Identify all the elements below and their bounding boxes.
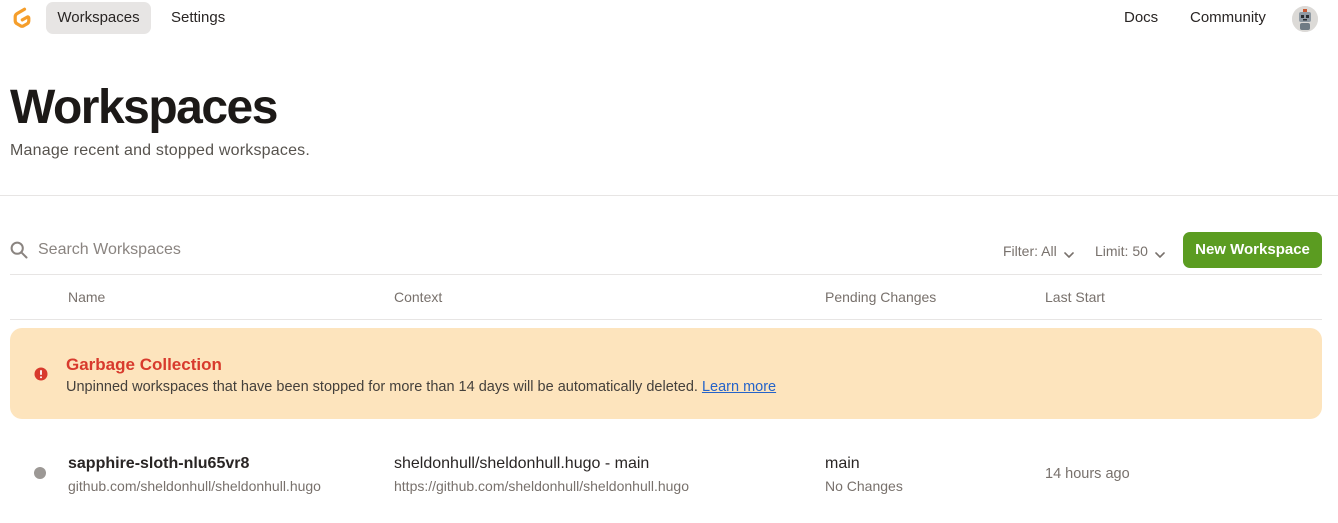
user-avatar[interactable] <box>1292 6 1318 32</box>
gitpod-logo-icon[interactable] <box>10 6 34 30</box>
table-row[interactable]: sapphire-sloth-nlu65vr8 github.com/sheld… <box>10 440 1322 510</box>
nav-tab-settings[interactable]: Settings <box>159 2 237 34</box>
nav-link-community[interactable]: Community <box>1178 2 1278 34</box>
header-divider <box>0 195 1338 196</box>
learn-more-link[interactable]: Learn more <box>702 379 776 395</box>
chevron-down-icon <box>1154 245 1166 258</box>
workspace-name: sapphire-sloth-nlu65vr8 <box>68 455 250 472</box>
limit-label: Limit: 50 <box>1095 243 1148 259</box>
exclamation-circle-icon <box>34 367 48 381</box>
nav-tab-workspaces[interactable]: Workspaces <box>46 2 151 34</box>
alert-message: Unpinned workspaces that have been stopp… <box>66 377 776 397</box>
workspace-pending-changes: No Changes <box>825 478 903 494</box>
workspace-repo: github.com/sheldonhull/sheldonhull.hugo <box>68 478 321 494</box>
nav-link-docs[interactable]: Docs <box>1112 2 1170 34</box>
search-icon <box>10 241 28 259</box>
workspace-context: sheldonhull/sheldonhull.hugo - main <box>394 455 650 472</box>
workspace-branch: main <box>825 455 860 472</box>
filter-dropdown[interactable]: Filter: All <box>1003 240 1075 262</box>
chevron-down-icon <box>1063 245 1075 258</box>
column-header-pending-changes: Pending Changes <box>825 289 937 305</box>
column-header-context: Context <box>394 289 443 305</box>
search-input[interactable] <box>38 234 498 266</box>
page-title: Workspaces <box>10 81 278 134</box>
table-divider <box>10 274 1322 275</box>
filter-label: Filter: All <box>1003 243 1057 259</box>
limit-dropdown[interactable]: Limit: 50 <box>1095 240 1166 262</box>
page-subtitle: Manage recent and stopped workspaces. <box>10 142 311 159</box>
column-header-name: Name <box>68 289 106 305</box>
alert-title: Garbage Collection <box>66 355 222 374</box>
garbage-collection-alert: Garbage Collection Unpinned workspaces t… <box>10 328 1322 419</box>
table-header-divider <box>10 319 1322 320</box>
alert-message-text: Unpinned workspaces that have been stopp… <box>66 379 698 395</box>
status-indicator <box>34 467 46 479</box>
workspace-last-start: 14 hours ago <box>1045 466 1130 482</box>
workspace-context-url: https://github.com/sheldonhull/sheldonhu… <box>394 478 689 494</box>
new-workspace-button[interactable]: New Workspace <box>1183 232 1322 268</box>
top-navigation: Workspaces Settings Docs Community <box>0 0 1338 36</box>
column-header-last-start: Last Start <box>1045 289 1105 305</box>
search-bar <box>10 234 510 266</box>
